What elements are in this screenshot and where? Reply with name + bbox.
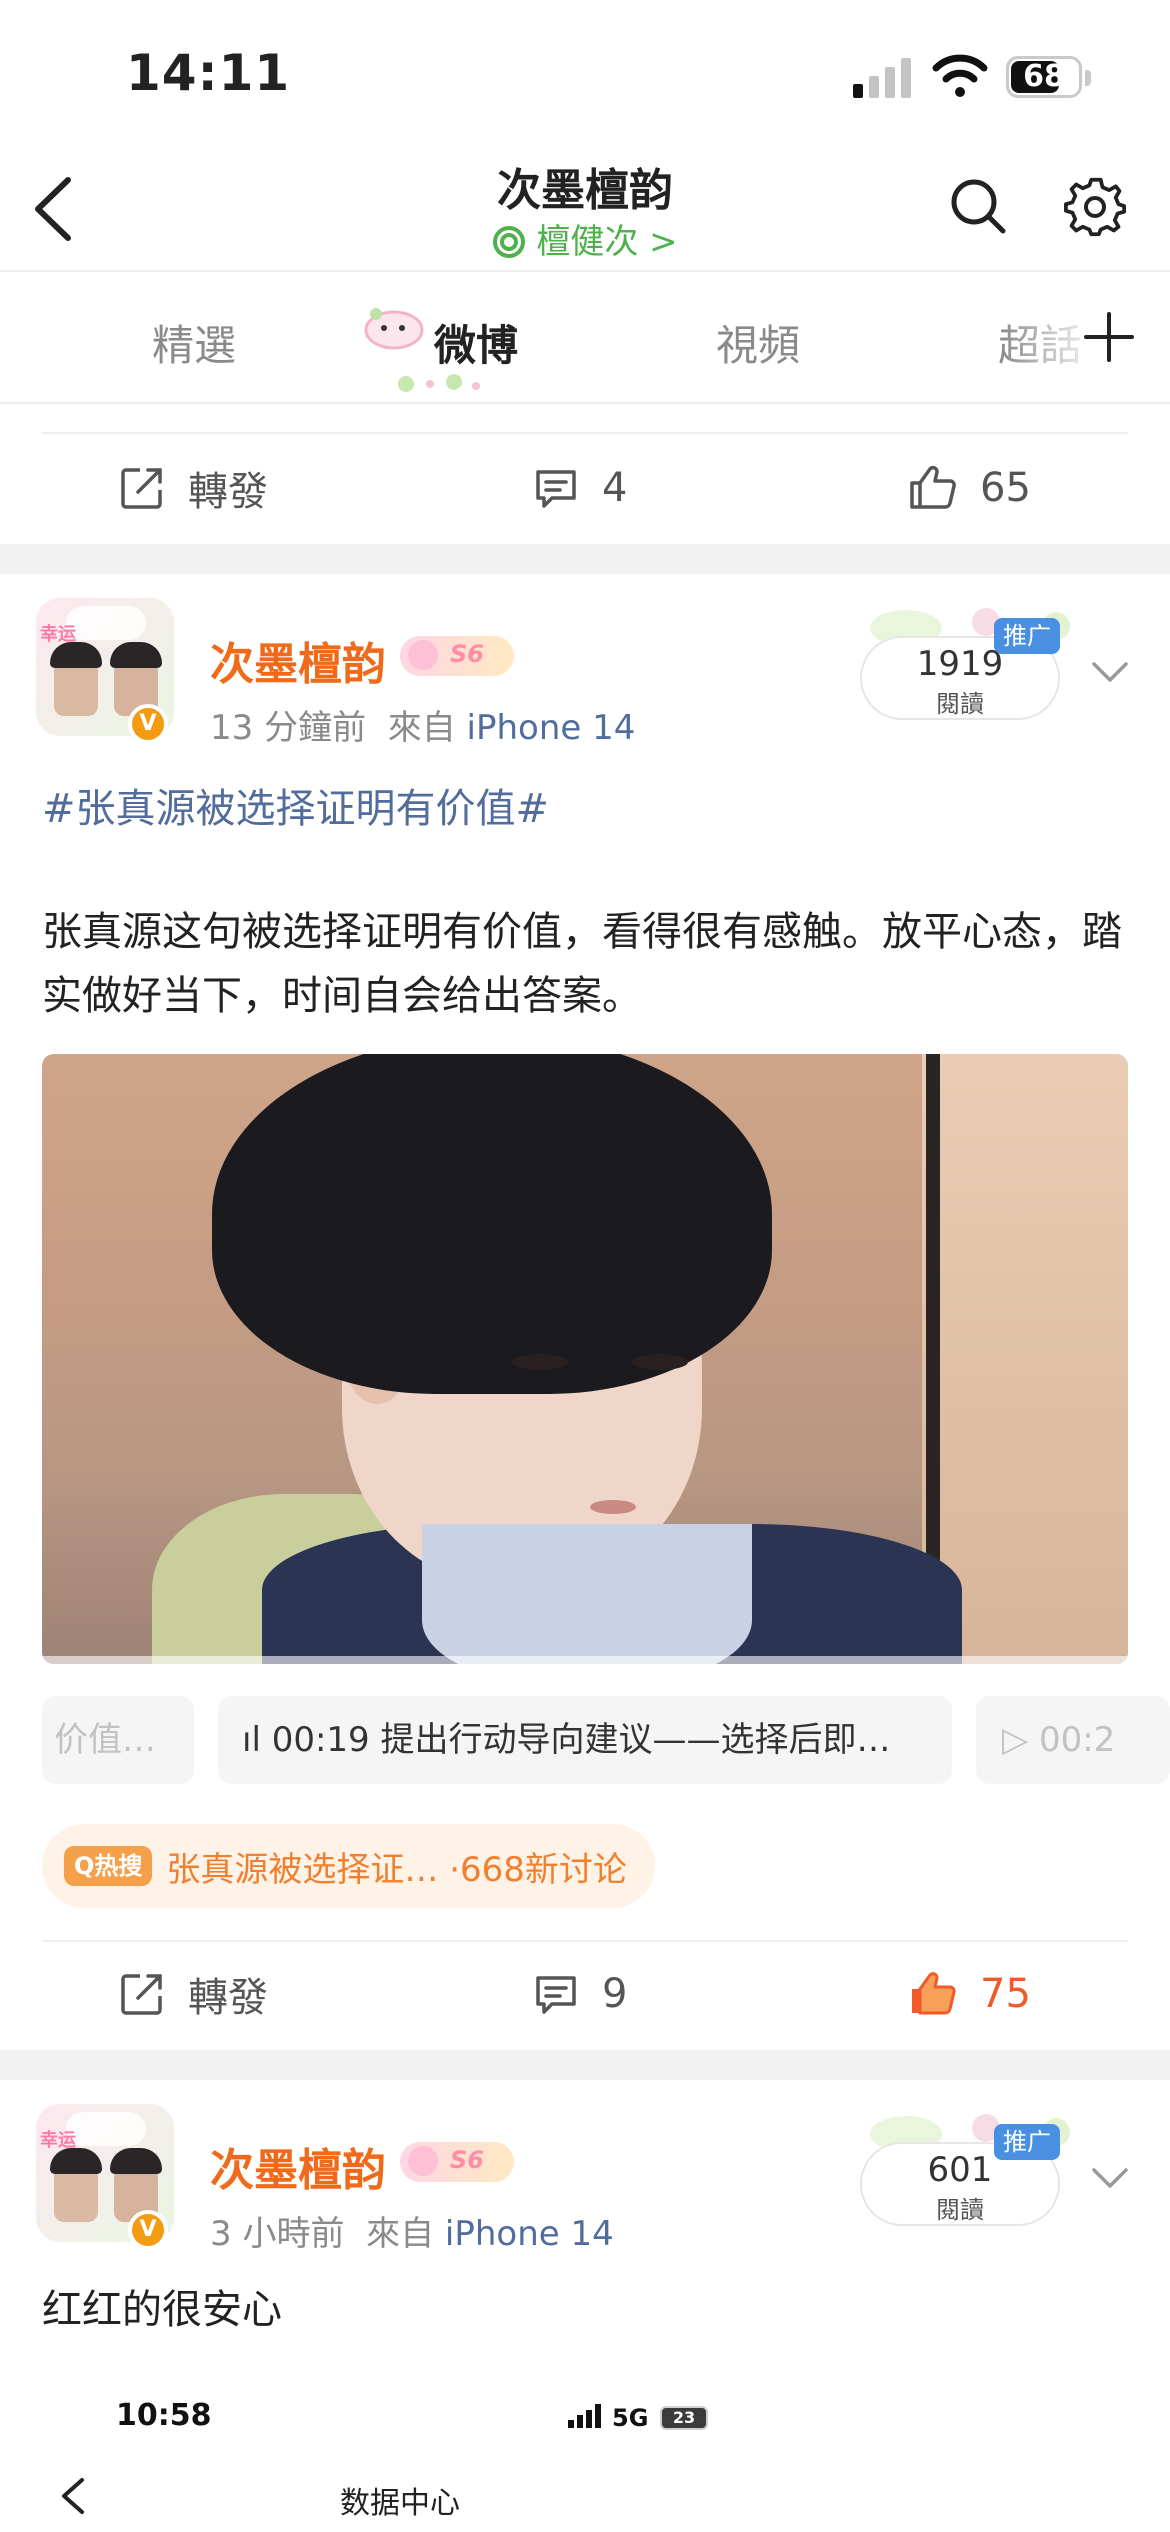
embedded-signal-icon	[568, 2404, 601, 2428]
battery-tip	[1085, 70, 1091, 86]
post-time: 3 小時前	[210, 2214, 345, 2254]
hot-search-pill[interactable]: Q热搜 张真源被选择证… ·668新讨论	[42, 1824, 655, 1908]
chapter-item[interactable]: ▷ 00:2	[976, 1696, 1170, 1784]
like-count: 75	[980, 1971, 1031, 2017]
repost-icon	[121, 468, 162, 509]
search-icon[interactable]	[948, 176, 1008, 236]
super-topic-label: 檀健次 >	[536, 222, 678, 262]
post-header: 幸运 V 次墨檀韵 S6 13 分鐘前 來自 iPhone 14 1919 閱讀…	[0, 584, 1170, 748]
author-name[interactable]: 次墨檀韵	[210, 2134, 386, 2198]
cellular-signal-icon	[853, 58, 911, 98]
verified-badge-icon: V	[128, 2210, 168, 2250]
comment-icon	[536, 470, 576, 508]
status-bar: 14:11 68	[0, 0, 1170, 140]
embedded-battery: 23	[660, 2406, 708, 2430]
level-text: S6	[450, 2146, 484, 2174]
member-level-badge: S6	[400, 636, 514, 676]
nav-bar: 次墨檀韵 檀健次 >	[0, 140, 1170, 272]
repost-label: 轉發	[188, 469, 268, 515]
like-count: 65	[980, 465, 1031, 511]
chapter-item[interactable]: 价值…	[42, 1696, 194, 1784]
post-time: 13 分鐘前	[210, 708, 367, 748]
cloud-sticker-icon	[364, 308, 424, 350]
embedded-status-time: 10:58	[116, 2398, 212, 2433]
flower-deco-icon	[398, 374, 480, 392]
comment-button[interactable]: 4	[534, 432, 627, 544]
like-button[interactable]: 65	[908, 432, 1031, 544]
comment-button[interactable]: 9	[534, 1938, 627, 2050]
hot-search-text: 张真源被选择证… ·668新讨论	[166, 1849, 627, 1890]
post-body: 红红的很安心	[42, 2287, 282, 2333]
verified-badge-icon: V	[128, 704, 168, 744]
add-tab-icon[interactable]	[1084, 312, 1134, 362]
post-meta: 3 小時前 來自 iPhone 14	[210, 2206, 614, 2255]
tab-videos[interactable]: 視頻	[716, 312, 800, 373]
embedded-network: 5G	[612, 2404, 649, 2432]
hot-search-badge: Q热搜	[64, 1846, 153, 1886]
promo-tag: 推广	[994, 618, 1060, 654]
post-from: 來自	[387, 708, 456, 748]
author-name[interactable]: 次墨檀韵	[210, 628, 386, 692]
post-hashtag[interactable]: #张真源被选择证明有价值#	[42, 776, 549, 834]
comment-count: 9	[602, 1971, 628, 2017]
post-separator	[0, 2050, 1170, 2080]
battery-level: 68	[1023, 59, 1065, 94]
thumbs-up-icon	[910, 465, 956, 509]
promo-tag: 推广	[994, 2124, 1060, 2160]
battery-icon: 68	[1006, 56, 1082, 98]
comment-count: 4	[602, 465, 628, 511]
settings-gear-icon[interactable]	[1064, 176, 1126, 238]
repost-button[interactable]: 轉發	[120, 432, 268, 544]
post-from: 來自	[366, 2214, 435, 2254]
tab-weibo[interactable]: 微博	[434, 312, 518, 373]
like-button[interactable]: 75	[908, 1938, 1031, 2050]
post-device: iPhone 14	[466, 708, 636, 748]
status-time: 14:11	[126, 44, 291, 102]
level-text: S6	[450, 640, 484, 668]
read-label: 閱讀	[936, 690, 984, 718]
post-separator	[0, 544, 1170, 574]
chevron-down-icon[interactable]	[1090, 2166, 1130, 2192]
repost-label: 轉發	[188, 1975, 268, 2021]
super-topic-icon	[493, 226, 526, 258]
tab-bar: 精選 微博 視頻 超話	[0, 272, 1170, 404]
comment-icon	[536, 1976, 576, 2014]
video-player[interactable]	[42, 1054, 1128, 1664]
embedded-title: 数据中心	[340, 2486, 460, 2521]
thumbs-up-filled-icon	[912, 1972, 956, 2015]
video-chapters: 价值… ıl 00:19 提出行动导向建议——选择后即… ▷ 00:2	[42, 1696, 1170, 1784]
repost-button[interactable]: 轉發	[120, 1938, 268, 2050]
read-label: 閱讀	[936, 2196, 984, 2224]
wifi-icon	[932, 54, 988, 97]
chapter-item-active[interactable]: ıl 00:19 提出行动导向建议——选择后即…	[218, 1696, 952, 1784]
post-header: 幸运 V 次墨檀韵 S6 3 小時前 來自 iPhone 14 601 閱讀 推…	[0, 2090, 1170, 2254]
tab-featured[interactable]: 精選	[152, 312, 236, 373]
post-device: iPhone 14	[444, 2214, 614, 2254]
post-body: 张真源这句被选择证明有价值，看得很有感触。放平心态，踏实做好当下，时间自会给出答…	[42, 909, 1122, 1019]
member-level-badge: S6	[400, 2142, 514, 2182]
prev-post-actions: 轉發 4 65	[0, 432, 1170, 544]
chevron-down-icon[interactable]	[1090, 660, 1130, 686]
embedded-back-icon	[62, 2478, 84, 2514]
post-meta: 13 分鐘前 來自 iPhone 14	[210, 700, 635, 749]
repost-icon	[121, 1974, 162, 2015]
post-actions: 轉發 9 75	[0, 1938, 1170, 2050]
